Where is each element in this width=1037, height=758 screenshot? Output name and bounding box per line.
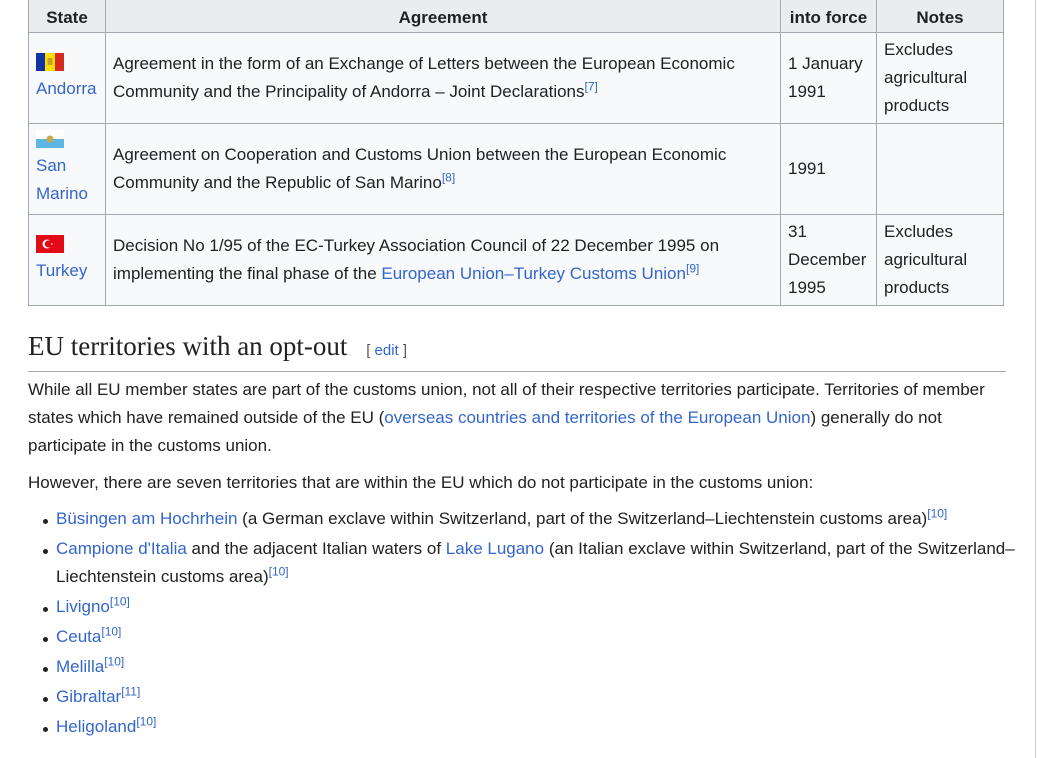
reference-link[interactable]: [8] bbox=[442, 170, 455, 184]
notes-cell: Excludes agricultural products bbox=[876, 214, 1004, 306]
edit-bracket-open: [ bbox=[366, 342, 375, 359]
lake-lugano-link[interactable]: Lake Lugano bbox=[446, 539, 544, 558]
busingen-link[interactable]: Büsingen am Hochrhein bbox=[56, 509, 237, 528]
list-item: Livigno[10] bbox=[43, 593, 1026, 621]
table-row: Turkey Decision No 1/95 of the EC-Turkey… bbox=[28, 214, 1004, 306]
state-link-turkey[interactable]: Turkey bbox=[36, 261, 87, 280]
heligoland-link[interactable]: Heligoland bbox=[56, 717, 136, 736]
reference-link[interactable]: [11] bbox=[121, 684, 140, 698]
reference-link[interactable]: [10] bbox=[927, 506, 947, 520]
table-header-row: State Agreement into force Notes bbox=[28, 0, 1004, 33]
andorra-flag-icon[interactable] bbox=[36, 53, 64, 71]
notes-cell bbox=[876, 123, 1004, 215]
paragraph-territories: However, there are seven territories tha… bbox=[28, 473, 814, 492]
state-link-san-marino[interactable]: San Marino bbox=[36, 156, 88, 203]
campione-link[interactable]: Campione d'Italia bbox=[56, 539, 187, 558]
header-state: State bbox=[28, 0, 106, 33]
section-heading: EU territories with an opt-out [ edit ] bbox=[28, 328, 1006, 372]
reference-link[interactable]: [9] bbox=[686, 261, 699, 275]
agreements-table: State Agreement into force Notes Andorra… bbox=[28, 0, 1004, 306]
list-item: Heligoland[10] bbox=[43, 713, 1026, 741]
list-item: Campione d'Italia and the adjacent Itali… bbox=[43, 535, 1026, 591]
header-entry: into force bbox=[780, 0, 877, 33]
list-item: Melilla[10] bbox=[43, 653, 1026, 681]
header-notes: Notes bbox=[876, 0, 1004, 33]
reference-link[interactable]: [10] bbox=[104, 654, 124, 668]
item-text: and the adjacent Italian waters of bbox=[186, 539, 446, 558]
ceuta-link[interactable]: Ceuta bbox=[56, 627, 101, 646]
reference-link[interactable]: [7] bbox=[585, 79, 598, 93]
notes-cell: Excludes agricultural products bbox=[876, 32, 1004, 124]
table-row: San Marino Agreement on Cooperation and … bbox=[28, 123, 1004, 215]
list-item: Gibraltar[11] bbox=[43, 683, 1026, 711]
reference-link[interactable]: [10] bbox=[110, 594, 130, 608]
state-cell: San Marino bbox=[28, 123, 106, 215]
state-cell: Andorra bbox=[28, 32, 106, 124]
edit-section: [ edit ] bbox=[366, 342, 407, 359]
date-cell: 31 December 1995 bbox=[780, 214, 877, 306]
livigno-link[interactable]: Livigno bbox=[56, 597, 110, 616]
state-cell: Turkey bbox=[28, 214, 106, 306]
section-title: EU territories with an opt-out bbox=[28, 331, 348, 361]
oct-link[interactable]: overseas countries and territories of th… bbox=[384, 408, 810, 427]
paragraph-intro: While all EU member states are part of t… bbox=[28, 376, 998, 460]
item-text: (a German exclave within Switzerland, pa… bbox=[237, 509, 928, 528]
agreement-text: Agreement on Cooperation and Customs Uni… bbox=[113, 145, 727, 192]
reference-link[interactable]: [10] bbox=[269, 564, 289, 578]
edit-link[interactable]: edit bbox=[375, 342, 399, 359]
agreement-cell: Decision No 1/95 of the EC-Turkey Associ… bbox=[105, 214, 781, 306]
agreement-cell: Agreement on Cooperation and Customs Uni… bbox=[105, 123, 781, 215]
header-agreement: Agreement bbox=[105, 0, 781, 33]
list-item: Ceuta[10] bbox=[43, 623, 1026, 651]
agreement-text: Agreement in the form of an Exchange of … bbox=[113, 54, 735, 101]
gibraltar-link[interactable]: Gibraltar bbox=[56, 687, 121, 706]
date-cell: 1991 bbox=[780, 123, 877, 215]
turkey-flag-icon[interactable] bbox=[36, 235, 64, 253]
agreement-cell: Agreement in the form of an Exchange of … bbox=[105, 32, 781, 124]
content-border bbox=[1035, 0, 1036, 758]
edit-bracket-close: ] bbox=[398, 342, 408, 359]
territory-list: Büsingen am Hochrhein (a German exclave … bbox=[28, 505, 1026, 743]
list-item: Büsingen am Hochrhein (a German exclave … bbox=[43, 505, 1026, 533]
melilla-link[interactable]: Melilla bbox=[56, 657, 104, 676]
reference-link[interactable]: [10] bbox=[101, 624, 121, 638]
table-row: Andorra Agreement in the form of an Exch… bbox=[28, 32, 1004, 124]
state-link-andorra[interactable]: Andorra bbox=[36, 79, 96, 98]
customs-union-link[interactable]: European Union–Turkey Customs Union bbox=[381, 264, 686, 283]
reference-link[interactable]: [10] bbox=[136, 714, 156, 728]
date-cell: 1 January 1991 bbox=[780, 32, 877, 124]
san-marino-flag-icon[interactable] bbox=[36, 130, 64, 148]
